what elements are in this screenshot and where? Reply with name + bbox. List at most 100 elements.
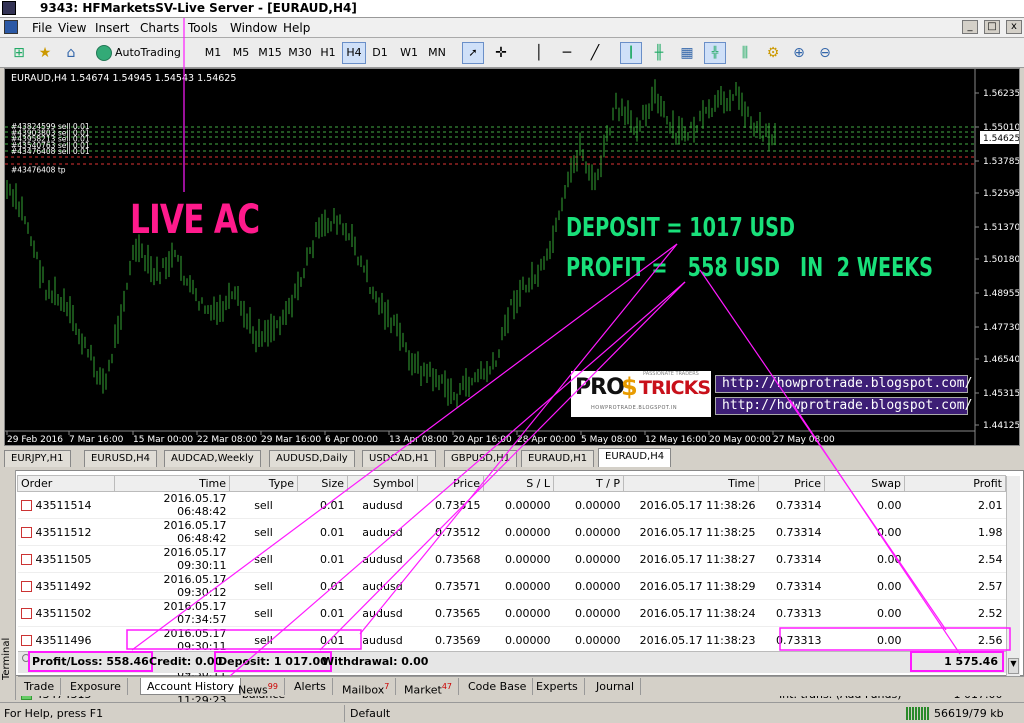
menu-tools[interactable]: Tools: [188, 21, 218, 35]
candlestick-icon[interactable]: ╫: [650, 44, 668, 62]
timeframe-m30[interactable]: M30: [286, 42, 314, 64]
table-row[interactable]: 43511492 2016.05.17 09:30:12 sell 0.01 audus…: [17, 572, 1006, 600]
menu-window[interactable]: Window: [230, 21, 277, 35]
tab-account-history[interactable]: Account History: [140, 678, 242, 695]
tab-exposure[interactable]: Exposure: [64, 678, 128, 695]
restore-button[interactable]: □: [984, 20, 1000, 34]
chart-shift-icon[interactable]: ╬: [704, 42, 726, 64]
terminal-panel: Order Time Type Size Symbol Price S / L …: [0, 470, 1024, 708]
col-close-price[interactable]: Price: [758, 475, 825, 492]
chart-window-icon[interactable]: [4, 20, 18, 34]
logo-url: HOWPROTRADE.BLOGSPOT.IN: [591, 405, 678, 411]
blog-link-1[interactable]: http://howprotrade.blogspot.com/: [715, 375, 972, 393]
crosshair-icon[interactable]: ✛: [492, 44, 510, 62]
table-cell: 0.00000: [483, 491, 554, 519]
timeframe-m1[interactable]: M1: [200, 42, 226, 64]
zoom-out-icon[interactable]: ⊖: [816, 44, 834, 62]
tab-eurusd-h4[interactable]: EURUSD,H4: [84, 450, 158, 467]
table-header: Order Time Type Size Symbol Price S / L …: [17, 475, 1006, 492]
table-cell: 2016.05.17 11:38:25: [623, 518, 759, 546]
tab-code-base[interactable]: Code Base: [462, 678, 534, 695]
line-chart-icon[interactable]: ▦: [678, 44, 696, 62]
minimize-button[interactable]: _: [962, 20, 978, 34]
menu-view[interactable]: View: [58, 21, 86, 35]
terminal-sidebar[interactable]: Terminal: [0, 470, 16, 700]
table-cell: sell: [229, 572, 298, 600]
menu-charts[interactable]: Charts: [140, 21, 179, 35]
tab-euraud-h1[interactable]: EURAUD,H1: [521, 450, 595, 467]
col-size[interactable]: Size: [297, 475, 348, 492]
zoom-in-icon[interactable]: ⊕: [790, 44, 808, 62]
menu-bar: File View Insert Charts Tools Window Hel…: [0, 18, 1024, 38]
tab-audcad-weekly[interactable]: AUDCAD,Weekly: [164, 450, 261, 467]
tab-journal[interactable]: Journal: [590, 678, 642, 695]
menu-help[interactable]: Help: [283, 21, 310, 35]
tab-experts[interactable]: Experts: [530, 678, 585, 695]
tab-news[interactable]: News99: [232, 678, 285, 697]
col-swap[interactable]: Swap: [824, 475, 905, 492]
trendline-icon[interactable]: ╱: [586, 44, 604, 62]
table-row[interactable]: 43511514 2016.05.17 06:48:42 sell 0.01 audus…: [17, 491, 1006, 519]
timeframe-d1[interactable]: D1: [368, 42, 392, 64]
table-cell: 0.00000: [483, 626, 554, 654]
history-scrollbar[interactable]: ▼: [1006, 476, 1020, 676]
vertical-line-icon[interactable]: │: [530, 44, 548, 62]
price-label: 1.51370: [983, 223, 1020, 233]
tab-audusd-daily[interactable]: AUDUSD,Daily: [269, 450, 355, 467]
table-cell: 0.00000: [483, 572, 554, 600]
col-sl[interactable]: S / L: [483, 475, 554, 492]
timeframe-h1[interactable]: H1: [316, 42, 340, 64]
blog-link-2[interactable]: http://howprotrade.blogspot.com/: [715, 397, 972, 415]
market-watch-icon[interactable]: ⌂: [62, 44, 80, 62]
tab-mailbox[interactable]: Mailbox7: [336, 678, 397, 697]
table-cell: 0.00: [824, 545, 905, 573]
new-chart-icon[interactable]: ⊞: [10, 44, 28, 62]
horizontal-line-icon[interactable]: ─: [558, 44, 576, 62]
timeframe-w1[interactable]: W1: [396, 42, 422, 64]
tab-market[interactable]: Market47: [398, 678, 459, 697]
close-button[interactable]: x: [1006, 20, 1022, 34]
timeframe-m5[interactable]: M5: [228, 42, 254, 64]
tab-trade[interactable]: Trade: [18, 678, 62, 695]
tab-usdcad-h1[interactable]: USDCAD,H1: [362, 450, 436, 467]
timeframe-mn[interactable]: MN: [424, 42, 450, 64]
logo-pro-text: PRO: [575, 375, 625, 400]
cursor-icon[interactable]: ➚: [462, 42, 484, 64]
col-type[interactable]: Type: [229, 475, 298, 492]
col-tp[interactable]: T / P: [553, 475, 624, 492]
closed-order-icon: [20, 527, 32, 538]
tab-label: Account History: [147, 680, 235, 693]
pro-tricks-logo: PRO $ TRICKS PASSIONATE TRADERS HOWPROTR…: [571, 371, 711, 417]
menu-insert[interactable]: Insert: [95, 21, 129, 35]
table-row[interactable]: 43511502 2016.05.17 07:34:57 sell 0.01 audus…: [17, 599, 1006, 627]
col-profit[interactable]: Profit: [904, 475, 1006, 492]
timeframe-m15[interactable]: M15: [256, 42, 284, 64]
table-row[interactable]: 43511505 2016.05.17 09:30:11 sell 0.01 audus…: [17, 545, 1006, 573]
indicators-icon[interactable]: ⚙: [764, 44, 782, 62]
table-cell: 0.00000: [553, 491, 624, 519]
col-order[interactable]: Order: [17, 475, 115, 492]
col-open-time[interactable]: Time: [114, 475, 230, 492]
table-row[interactable]: 43511496 2016.05.17 09:30:11 sell 0.01 audus…: [17, 626, 1006, 654]
col-close-time[interactable]: Time: [623, 475, 759, 492]
traffic-bars-icon: [906, 707, 930, 720]
table-row[interactable]: 43511512 2016.05.17 06:48:42 sell 0.01 audus…: [17, 518, 1006, 546]
profiles-icon[interactable]: ★: [36, 44, 54, 62]
autoscroll-icon[interactable]: ⫼: [736, 44, 754, 62]
table-cell: 0.73314: [758, 491, 825, 519]
menu-file[interactable]: File: [32, 21, 52, 35]
tab-alerts[interactable]: Alerts: [288, 678, 333, 695]
col-symbol[interactable]: Symbol: [347, 475, 418, 492]
bar-chart-icon[interactable]: ┃: [620, 42, 642, 64]
tab-gbpusd-h1[interactable]: GBPUSD,H1: [444, 450, 518, 467]
closed-order-icon: [20, 554, 32, 565]
table-cell: 0.00: [824, 518, 905, 546]
timeframe-h4[interactable]: H4: [342, 42, 366, 64]
col-open-price[interactable]: Price: [417, 475, 484, 492]
scroll-down-icon[interactable]: ▼: [1008, 658, 1019, 674]
autotrading-button[interactable]: AutoTrading: [92, 42, 181, 64]
tab-euraud-h4[interactable]: EURAUD,H4: [598, 448, 672, 467]
price-chart[interactable]: #43824599 sell 0.01 #43903803 sell 0.01 #4…: [4, 68, 1020, 446]
table-cell: 2016.05.17 11:38:24: [623, 599, 759, 627]
tab-eurjpy-h1[interactable]: EURJPY,H1: [4, 450, 71, 467]
